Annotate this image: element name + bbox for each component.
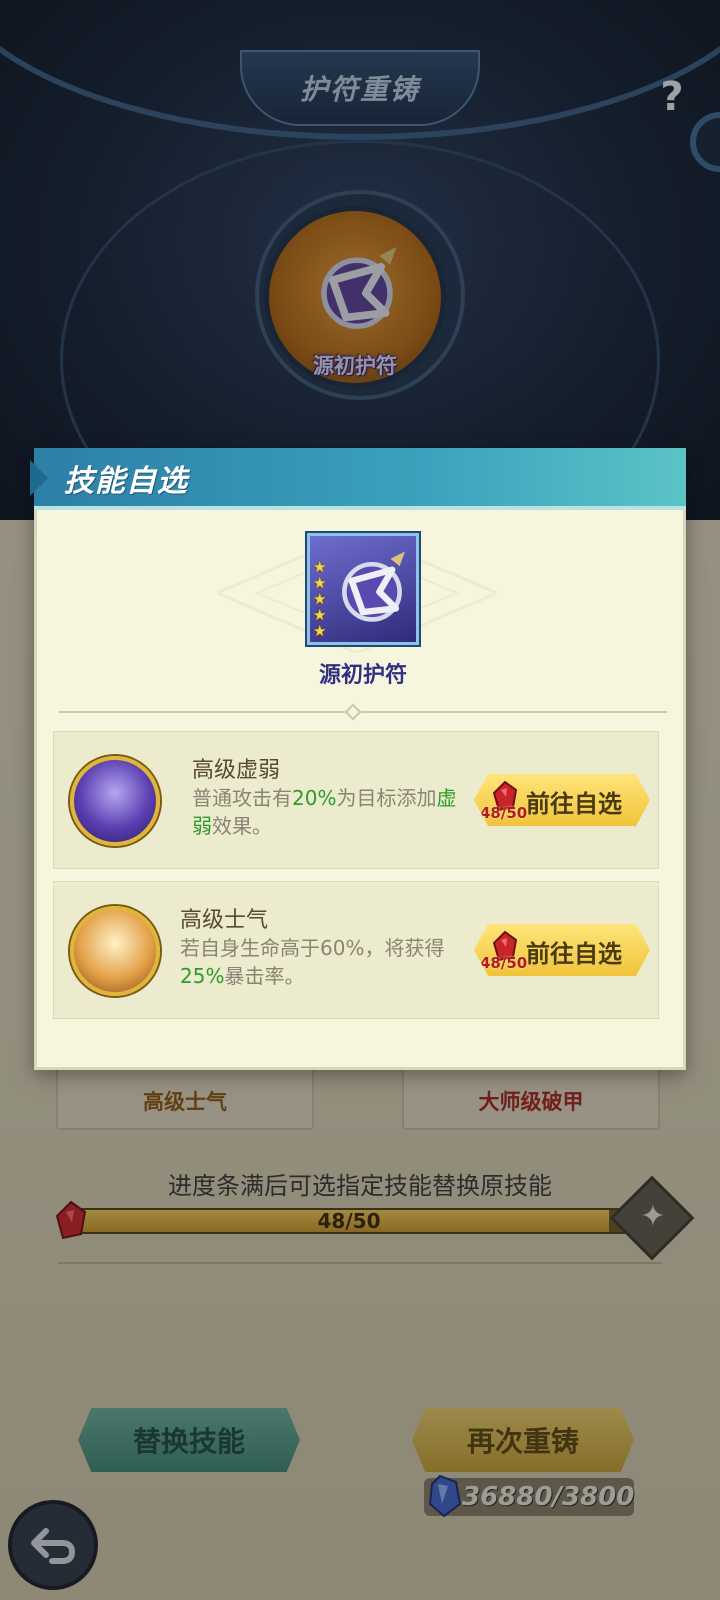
go-select-label: 前往自选 — [526, 940, 622, 968]
item-name: 源初护符 — [318, 663, 407, 688]
help-icon[interactable]: ? — [650, 72, 694, 122]
skill-description: 普通攻击有20%为目标添加虚弱效果。 — [192, 786, 457, 838]
red-gem-icon — [55, 1200, 87, 1240]
skill-option-card: 高级士气 若自身生命高于60%，将获得25%暴击率。 48/50 前往自选 — [53, 881, 659, 1019]
star-icon: ★ — [313, 574, 327, 592]
amulet-item-frame[interactable]: ★ ★ ★ ★ ★ — [305, 531, 421, 647]
skill-option-card: 高级虚弱 普通攻击有20%为目标添加虚弱效果。 48/50 前往自选 — [53, 731, 659, 869]
go-select-label: 前往自选 — [526, 790, 622, 818]
divider-knob — [344, 703, 362, 721]
progress-bar: 48/50 — [64, 1208, 634, 1234]
weakness-skill-icon — [70, 756, 160, 846]
back-button[interactable] — [8, 1500, 98, 1590]
morale-skill-icon — [70, 906, 160, 996]
crystal-icon — [428, 1474, 462, 1518]
star-icon: ★ — [313, 558, 327, 576]
skill-description: 若自身生命高于60%，将获得25%暴击率。 — [180, 936, 445, 988]
divider — [58, 1262, 662, 1264]
title-plate: 护符重铸 — [240, 50, 480, 126]
amulet-emblem-icon — [321, 247, 397, 329]
background-skill-label: 高级士气 — [143, 1090, 227, 1114]
recast-again-button[interactable]: 再次重铸 — [412, 1408, 634, 1472]
dialog-header: 技能自选 — [30, 448, 686, 510]
skill-name: 高级虚弱 — [192, 758, 281, 783]
gem-count: 48/50 — [480, 954, 528, 972]
divider — [59, 711, 667, 713]
amulet-name: 源初护符 — [313, 354, 397, 378]
skill-name: 高级士气 — [180, 908, 269, 933]
star-icon: ★ — [313, 622, 327, 640]
header-arrow-icon — [30, 460, 48, 496]
background-skill-label: 大师级破甲 — [478, 1090, 584, 1114]
go-select-button[interactable]: 48/50 前往自选 — [474, 924, 650, 976]
skill-select-dialog: 技能自选 ★ ★ ★ ★ ★ 源初护符 高级虚弱 普通攻击有20%为目标添加虚弱效果。 … — [30, 448, 686, 1070]
dialog-title: 技能自选 — [64, 464, 188, 499]
progress-caption: 进度条满后可选指定技能替换原技能 — [168, 1172, 552, 1200]
gem-count: 48/50 — [480, 804, 528, 822]
star-icon: ★ — [313, 590, 327, 608]
replace-skill-button[interactable]: 替换技能 — [78, 1408, 300, 1472]
page-title: 护符重铸 — [299, 73, 420, 106]
cost-text: 36880/3800 — [462, 1482, 635, 1512]
back-arrow-icon — [31, 1528, 76, 1564]
go-select-button[interactable]: 48/50 前往自选 — [474, 774, 650, 826]
star-icon: ★ — [313, 606, 327, 624]
progress-text: 48/50 — [317, 1209, 381, 1233]
item-stars: ★ ★ ★ ★ ★ — [313, 560, 329, 639]
sparkle-icon: ✦ — [640, 1199, 666, 1234]
amulet-emblem-icon — [342, 551, 406, 622]
